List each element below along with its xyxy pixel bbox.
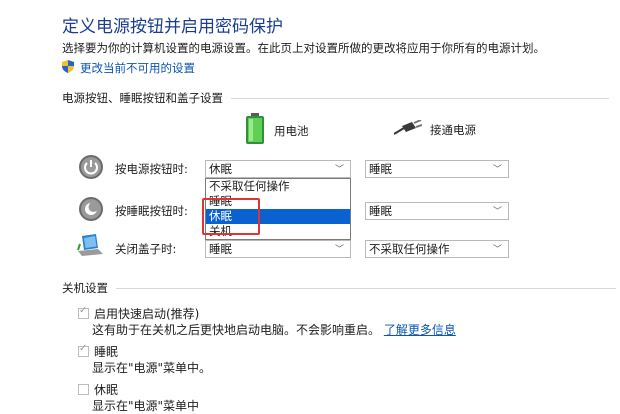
sleep-label: 睡眠 [94,345,119,359]
battery-icon [244,113,266,148]
battery-column-header: 用电池 [244,113,309,148]
lid-close-battery-select[interactable]: 睡眠 ﹀ [205,240,351,258]
chevron-down-icon: ﹀ [492,245,502,255]
sleep-option[interactable]: 睡眠 [78,343,118,360]
fast-startup-description: 这有助于在关机之后更快地启动电脑。不会影响重启。 了解更多信息 [92,321,456,338]
power-button-label: 按电源按钮时: [115,162,188,176]
section-divider [116,287,616,289]
select-value: 睡眠 [209,242,232,256]
chevron-down-icon: ﹀ [334,245,344,255]
power-plug-icon [393,119,423,139]
section-heading-label: 电源按钮、睡眠按钮和盖子设置 [62,91,223,105]
hibernate-description: 显示在"电源"菜单中 [92,399,200,413]
power-buttons-section-heading: 电源按钮、睡眠按钮和盖子设置 [62,90,609,106]
section-heading-label: 关机设置 [62,281,108,295]
laptop-lid-icon [76,234,104,261]
battery-column-label: 用电池 [274,123,309,138]
select-value: 睡眠 [369,162,392,176]
lid-close-plugged-select[interactable]: 不采取任何操作 ﹀ [365,240,509,258]
fast-startup-label: 启用快速启动(推荐) [94,307,200,321]
sleep-button-icon [78,196,104,225]
sleep-checkbox[interactable] [78,343,89,357]
shutdown-settings-heading: 关机设置 [62,280,616,296]
fast-startup-checkbox[interactable] [78,305,89,319]
chevron-down-icon: ﹀ [492,207,502,217]
select-value: 不采取任何操作 [369,242,450,256]
hibernate-option[interactable]: 休眠 [78,381,118,398]
change-settings-link-label[interactable]: 更改当前不可用的设置 [80,60,195,76]
dropdown-option-do-nothing[interactable]: 不采取任何操作 [206,179,350,194]
hibernate-checkbox[interactable] [78,384,89,395]
power-button-battery-select[interactable]: 休眠 ﹀ [205,160,351,178]
select-value: 休眠 [209,162,232,176]
lid-close-label: 关闭盖子时: [115,242,177,256]
fast-startup-description-text: 这有助于在关机之后更快地启动电脑。不会影响重启。 [92,323,381,337]
learn-more-link[interactable]: 了解更多信息 [384,323,456,337]
hibernate-label: 休眠 [94,383,119,397]
plugged-in-column-header: 接通电源 [393,119,476,139]
change-unavailable-settings-link[interactable]: 更改当前不可用的设置 [62,60,195,76]
chevron-down-icon: ﹀ [334,165,344,175]
highlight-box [202,198,260,235]
page-description: 选择要为你的计算机设置的电源设置。在此页上对设置所做的更改将应用于你所有的电源计… [62,41,545,55]
chevron-down-icon: ﹀ [492,165,502,175]
select-value: 睡眠 [369,204,392,218]
section-divider [231,97,609,99]
plugged-in-column-label: 接通电源 [430,122,476,137]
sleep-button-label: 按睡眠按钮时: [115,204,188,218]
uac-shield-icon [62,60,74,76]
power-button-icon [78,154,104,183]
power-button-plugged-select[interactable]: 睡眠 ﹀ [365,160,509,178]
fast-startup-option[interactable]: 启用快速启动(推荐) [78,305,199,322]
sleep-button-plugged-select[interactable]: 睡眠 ﹀ [365,202,509,220]
sleep-description: 显示在"电源"菜单中。 [92,361,212,375]
page-title: 定义电源按钮并启用密码保护 [62,17,283,37]
